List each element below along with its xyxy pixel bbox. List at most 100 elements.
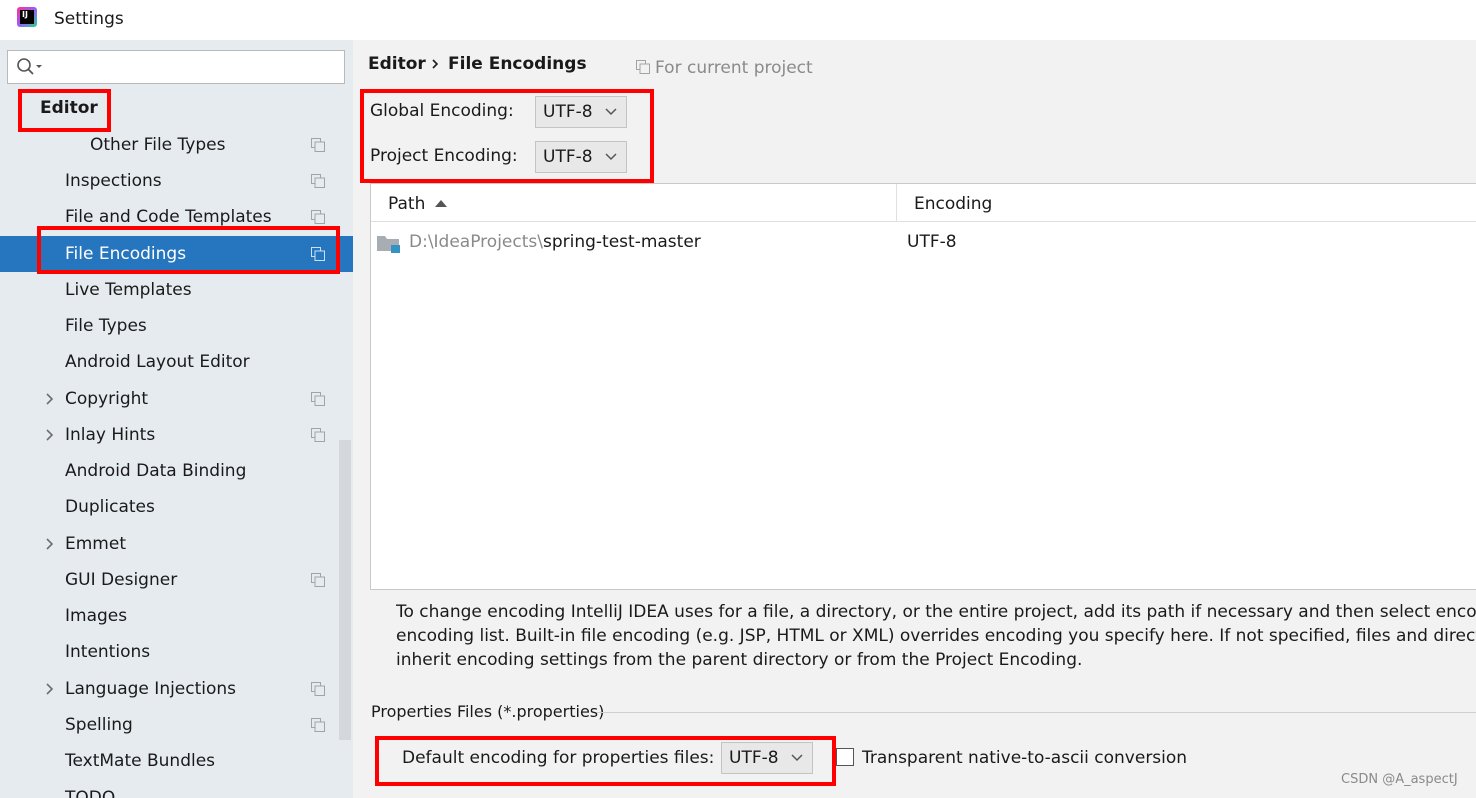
sidebar-item-android-data-binding[interactable]: Android Data Binding [0,453,353,489]
scope-hint-label: For current project [655,58,813,78]
sidebar-item-label: GUI Designer [65,570,178,590]
intellij-logo-icon: IJ [17,7,37,27]
sidebar-scrollbar[interactable] [339,440,351,740]
module-folder-icon [377,236,400,253]
project-scope-icon [636,60,650,74]
project-scope-icon [311,682,325,696]
global-encoding-select[interactable]: UTF-8 [535,96,627,128]
sidebar-item-copyright[interactable]: Copyright [0,381,353,417]
path-prefix: D:\IdeaProjects\ [409,232,543,252]
table-row[interactable]: D:\IdeaProjects\spring-test-master UTF-8 [371,224,1476,260]
sidebar-item-label: Inspections [65,171,162,191]
project-encoding-label: Project Encoding: [370,146,518,166]
project-scope-icon [311,392,325,406]
project-scope-icon [311,573,325,587]
sidebar-item-images[interactable]: Images [0,598,353,634]
sidebar-item-label: TODO [65,788,116,798]
chevron-right-icon[interactable] [45,393,55,405]
settings-search-input[interactable] [7,50,345,84]
sidebar-item-file-and-code-templates[interactable]: File and Code Templates [0,199,353,235]
global-encoding-label: Global Encoding: [370,101,514,121]
sort-ascending-icon [435,200,448,207]
chevron-right-icon[interactable] [45,429,55,441]
chevron-down-icon [605,108,617,116]
sidebar-item-label: Language Injections [65,679,237,699]
sidebar-item-label: File Types [65,316,147,336]
sidebar-item-label: Emmet [65,534,126,554]
sidebar-item-language-injections[interactable]: Language Injections [0,671,353,707]
chevron-down-icon [605,153,617,161]
sidebar-item-label: TextMate Bundles [65,751,216,771]
sidebar-item-label: Spelling [65,715,133,735]
chevron-down-icon [791,754,803,762]
sidebar-item-inspections[interactable]: Inspections [0,163,353,199]
sidebar-item-label: Copyright [65,389,149,409]
properties-encoding-label: Default encoding for properties files: [402,748,715,768]
sidebar-item-intentions[interactable]: Intentions [0,634,353,670]
properties-encoding-value: UTF-8 [729,748,779,768]
sidebar-item-textmate-bundles[interactable]: TextMate Bundles [0,743,353,779]
search-icon [17,58,42,75]
sidebar-item-label: Other File Types [90,135,226,155]
project-scope-icon [311,247,325,261]
path-name: spring-test-master [542,232,701,252]
window-title: Settings [54,9,124,29]
sidebar-item-label: Android Layout Editor [65,352,250,372]
path-encoding-table: Path Encoding D:\IdeaProjects\spring-tes… [370,183,1476,590]
sidebar-item-label: Intentions [65,642,151,662]
chevron-right-icon[interactable] [45,538,55,550]
sidebar-item-todo[interactable]: TODO [0,780,353,798]
path-cell: D:\IdeaProjects\spring-test-master [409,224,701,260]
project-scope-icon [311,210,325,224]
sidebar-item-other-file-types[interactable]: Other File Types [0,127,353,163]
sidebar-item-inlay-hints[interactable]: Inlay Hints [0,417,353,453]
properties-section-title: Properties Files (*.properties) [371,702,605,721]
sidebar-item-label: Live Templates [65,280,192,300]
sidebar-item-label: Duplicates [65,497,155,517]
project-scope-icon [311,174,325,188]
sidebar-editor-header[interactable]: Editor [40,98,98,118]
sidebar-item-spelling[interactable]: Spelling [0,707,353,743]
sidebar-item-label: Android Data Binding [65,461,247,481]
sidebar-item-live-templates[interactable]: Live Templates [0,272,353,308]
project-scope-icon [311,138,325,152]
help-text-line: encoding list. Built-in file encoding (e… [396,626,1476,646]
sidebar-item-label: File Encodings [65,244,187,264]
sidebar-item-label: Inlay Hints [65,425,156,445]
sidebar-item-duplicates[interactable]: Duplicates [0,489,353,525]
global-encoding-value: UTF-8 [543,102,593,122]
transparent-conversion-checkbox[interactable] [836,748,854,766]
project-scope-icon [311,428,325,442]
scope-hint: For current project [636,58,813,78]
column-header-encoding[interactable]: Encoding [914,184,992,222]
section-divider [597,712,1476,713]
help-text-line: inherit encoding settings from the paren… [396,650,1083,670]
help-text: To change encoding IntelliJ IDEA uses fo… [396,600,1476,672]
sidebar-item-emmet[interactable]: Emmet [0,526,353,562]
breadcrumb-current: File Encodings [448,54,587,74]
project-encoding-value: UTF-8 [543,147,593,167]
transparent-conversion-label[interactable]: Transparent native-to-ascii conversion [862,748,1187,768]
sidebar-item-android-layout-editor[interactable]: Android Layout Editor [0,344,353,380]
properties-encoding-select[interactable]: UTF-8 [721,742,813,774]
settings-sidebar: Editor Other File Types Inspections File… [0,40,353,798]
breadcrumb-parent[interactable]: Editor [368,54,426,74]
column-header-path[interactable]: Path [388,184,448,222]
column-header-label: Path [388,194,426,214]
sidebar-item-label: File and Code Templates [65,207,272,227]
chevron-right-icon[interactable] [45,683,55,695]
table-header: Path Encoding [371,184,1476,222]
sidebar-item-label: Images [65,606,128,626]
encoding-cell[interactable]: UTF-8 [907,224,957,260]
breadcrumb-separator-icon [432,59,439,69]
sidebar-item-file-encodings[interactable]: File Encodings [0,236,353,272]
title-bar: IJ Settings [0,0,1476,40]
column-divider[interactable] [896,184,897,222]
watermark: CSDN @A_aspectJ [1341,772,1458,787]
sidebar-item-gui-designer[interactable]: GUI Designer [0,562,353,598]
help-text-line: To change encoding IntelliJ IDEA uses fo… [396,602,1476,622]
sidebar-item-file-types[interactable]: File Types [0,308,353,344]
column-header-label: Encoding [914,194,993,214]
project-encoding-select[interactable]: UTF-8 [535,141,627,173]
project-scope-icon [311,718,325,732]
